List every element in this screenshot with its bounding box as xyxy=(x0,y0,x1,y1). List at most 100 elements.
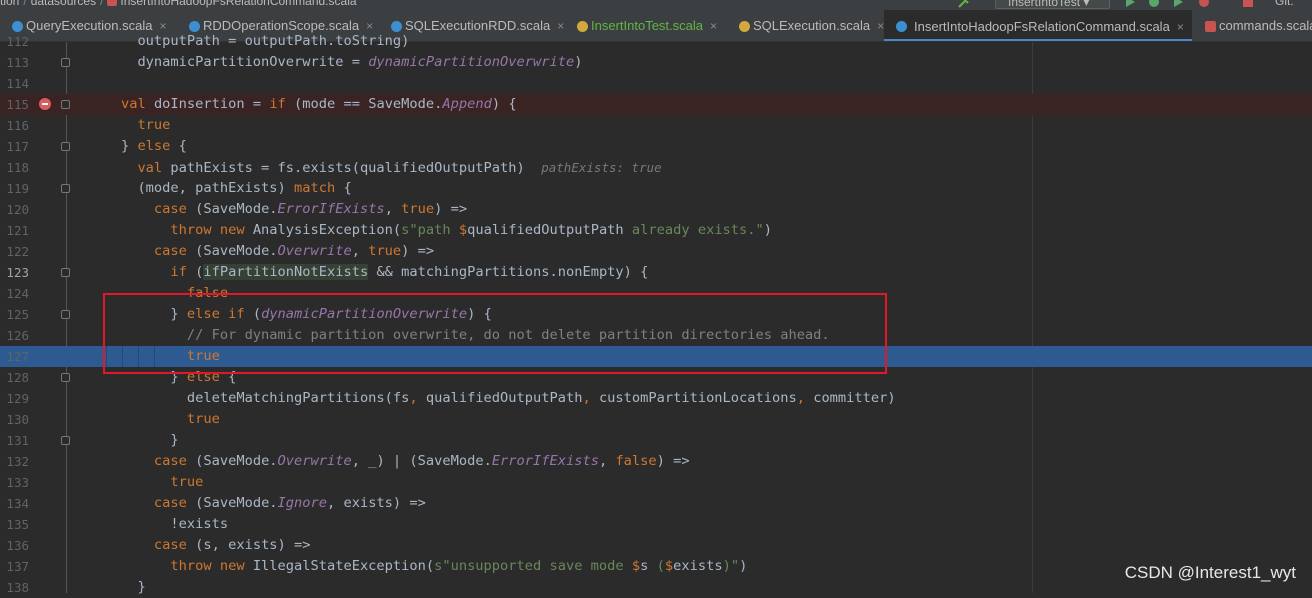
fold-toggle-icon[interactable] xyxy=(61,142,70,151)
code-line[interactable]: 112 outputPath = outputPath.toString) xyxy=(0,31,1312,52)
code-text[interactable]: } xyxy=(88,430,178,451)
line-number[interactable]: 112 xyxy=(0,31,29,52)
fold-toggle-icon[interactable] xyxy=(61,373,70,382)
line-number[interactable]: 119 xyxy=(0,178,29,199)
code-text[interactable]: case (SaveMode.Overwrite, true) => xyxy=(88,241,434,262)
code-text[interactable]: val doInsertion = if (mode == SaveMode.A… xyxy=(88,94,517,115)
line-number[interactable]: 134 xyxy=(0,493,29,514)
code-text[interactable]: !exists xyxy=(88,514,228,535)
code-line[interactable]: 137 throw new IllegalStateException(s"un… xyxy=(0,556,1312,577)
fold-toggle-icon[interactable] xyxy=(61,58,70,67)
code-text[interactable]: case (SaveMode.Overwrite, _) | (SaveMode… xyxy=(88,451,690,472)
code-line[interactable]: 121 throw new AnalysisException(s"path $… xyxy=(0,220,1312,241)
code-text[interactable]: throw new IllegalStateException(s"unsupp… xyxy=(88,556,747,577)
code-text[interactable]: case (SaveMode.Ignore, exists) => xyxy=(88,493,426,514)
line-number[interactable]: 129 xyxy=(0,388,29,409)
line-number[interactable]: 128 xyxy=(0,367,29,388)
code-text[interactable]: throw new AnalysisException(s"path $qual… xyxy=(88,220,772,241)
breakpoint-icon[interactable] xyxy=(39,98,51,110)
code-text[interactable]: deleteMatchingPartitions(fs, qualifiedOu… xyxy=(88,388,896,409)
code-line[interactable]: 115 val doInsertion = if (mode == SaveMo… xyxy=(0,94,1312,115)
code-line[interactable]: 117 } else { xyxy=(0,136,1312,157)
code-text[interactable]: case (s, exists) => xyxy=(88,535,311,556)
build-hammer-icon[interactable] xyxy=(958,0,970,8)
code-token: s"path xyxy=(401,222,459,238)
fold-toggle-icon[interactable] xyxy=(61,310,70,319)
code-line[interactable]: 138 } xyxy=(0,577,1312,598)
profile-icon[interactable] xyxy=(1198,0,1210,8)
line-number[interactable]: 123 xyxy=(0,262,29,283)
git-label: Git: xyxy=(1275,0,1294,8)
code-text[interactable]: outputPath = outputPath.toString) xyxy=(88,31,409,52)
breadcrumb-item[interactable]: tion xyxy=(0,0,19,8)
fold-toggle-icon[interactable] xyxy=(61,184,70,193)
line-number[interactable]: 113 xyxy=(0,52,29,73)
code-text[interactable]: true xyxy=(88,472,203,493)
code-text[interactable]: true xyxy=(88,409,220,430)
line-number[interactable]: 116 xyxy=(0,115,29,136)
debug-icon[interactable] xyxy=(1148,0,1160,8)
code-token: ) { xyxy=(491,96,517,112)
line-number[interactable]: 124 xyxy=(0,283,29,304)
run-configuration-select[interactable]: InsertIntoTest ▾ xyxy=(995,0,1110,9)
code-token: IllegalStateException( xyxy=(252,558,435,574)
line-number[interactable]: 121 xyxy=(0,220,29,241)
line-number[interactable]: 122 xyxy=(0,241,29,262)
code-token: $ xyxy=(458,222,468,238)
line-number[interactable]: 137 xyxy=(0,556,29,577)
coverage-icon[interactable] xyxy=(1172,0,1184,8)
code-token: false xyxy=(615,453,657,469)
line-number[interactable]: 126 xyxy=(0,325,29,346)
code-line[interactable]: 120 case (SaveMode.ErrorIfExists, true) … xyxy=(0,199,1312,220)
code-token: (SaveMode. xyxy=(195,243,278,259)
line-number[interactable]: 136 xyxy=(0,535,29,556)
code-text[interactable]: dynamicPartitionOverwrite = dynamicParti… xyxy=(88,52,582,73)
code-text[interactable]: case (SaveMode.ErrorIfExists, true) => xyxy=(88,199,467,220)
line-number[interactable]: 117 xyxy=(0,136,29,157)
line-number[interactable]: 118 xyxy=(0,157,29,178)
code-line[interactable]: 116 true xyxy=(0,115,1312,136)
line-number[interactable]: 114 xyxy=(0,73,29,94)
line-number[interactable]: 115 xyxy=(0,94,29,115)
line-number[interactable]: 135 xyxy=(0,514,29,535)
line-number[interactable]: 125 xyxy=(0,304,29,325)
line-number[interactable]: 130 xyxy=(0,409,29,430)
code-line[interactable]: 113 dynamicPartitionOverwrite = dynamicP… xyxy=(0,52,1312,73)
line-number[interactable]: 132 xyxy=(0,451,29,472)
code-line[interactable]: 118 val pathExists = fs.exists(qualified… xyxy=(0,157,1312,178)
code-line[interactable]: 114 xyxy=(0,73,1312,94)
code-text[interactable]: } xyxy=(88,577,145,598)
code-line[interactable]: 133 true xyxy=(0,472,1312,493)
code-text[interactable]: (mode, pathExists) match { xyxy=(88,178,351,199)
fold-toggle-icon[interactable] xyxy=(61,436,70,445)
code-line[interactable]: 132 case (SaveMode.Overwrite, _) | (Save… xyxy=(0,451,1312,472)
code-text[interactable]: val pathExists = fs.exists(qualifiedOutp… xyxy=(88,157,661,179)
code-text[interactable]: if (ifPartitionNotExists && matchingPart… xyxy=(88,262,648,283)
breadcrumb-item[interactable]: datasources xyxy=(31,0,96,8)
line-number[interactable]: 131 xyxy=(0,430,29,451)
code-line[interactable]: 130 true xyxy=(0,409,1312,430)
code-token: (mode == SaveMode. xyxy=(294,96,443,112)
code-line[interactable]: 129 deleteMatchingPartitions(fs, qualifi… xyxy=(0,388,1312,409)
breadcrumb-item[interactable]: InsertIntoHadoopFsRelationCommand.scala xyxy=(120,0,356,8)
code-line[interactable]: 134 case (SaveMode.Ignore, exists) => xyxy=(0,493,1312,514)
code-token: Overwrite xyxy=(277,243,352,259)
code-text[interactable]: true xyxy=(88,115,170,136)
code-line[interactable]: 135 !exists xyxy=(0,514,1312,535)
code-line[interactable]: 136 case (s, exists) => xyxy=(0,535,1312,556)
stop-icon[interactable] xyxy=(1242,0,1254,8)
code-line[interactable]: 119 (mode, pathExists) match { xyxy=(0,178,1312,199)
fold-toggle-icon[interactable] xyxy=(61,100,70,109)
line-number[interactable]: 120 xyxy=(0,199,29,220)
fold-toggle-icon[interactable] xyxy=(61,268,70,277)
line-number[interactable]: 127 xyxy=(0,346,29,367)
code-token: outputPath = outputPath.toString) xyxy=(88,33,410,49)
line-number[interactable]: 138 xyxy=(0,577,29,598)
code-token: s"unsupported save mode xyxy=(434,558,632,574)
code-line[interactable]: 122 case (SaveMode.Overwrite, true) => xyxy=(0,241,1312,262)
run-icon[interactable] xyxy=(1124,0,1136,8)
code-line[interactable]: 123 if (ifPartitionNotExists && matching… xyxy=(0,262,1312,283)
code-line[interactable]: 131 } xyxy=(0,430,1312,451)
line-number[interactable]: 133 xyxy=(0,472,29,493)
code-text[interactable]: } else { xyxy=(88,136,187,157)
